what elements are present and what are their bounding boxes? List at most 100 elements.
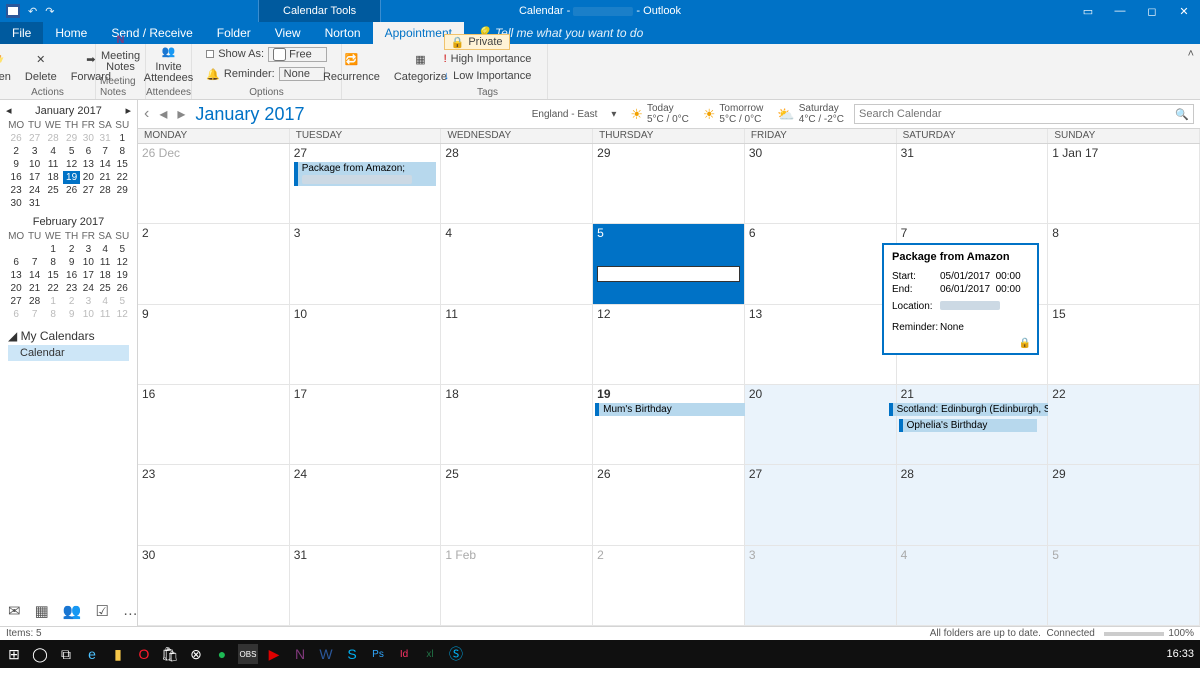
mini-cal-day[interactable]: 17 xyxy=(26,171,43,184)
id-icon[interactable]: Id xyxy=(394,644,414,664)
day-cell[interactable]: 11 xyxy=(441,305,593,385)
day-cell[interactable]: 27Package from Amazon; xyxy=(290,144,442,224)
explorer-icon[interactable]: ▮ xyxy=(108,644,128,664)
day-cell[interactable]: 5 xyxy=(593,224,745,304)
recurrence-button[interactable]: 🔁Recurrence xyxy=(319,48,384,85)
mini-cal-day[interactable]: 10 xyxy=(80,308,97,321)
mini-cal-day[interactable]: 6 xyxy=(6,256,26,269)
mini-cal-day[interactable]: 16 xyxy=(63,269,80,282)
onenote-icon[interactable]: N xyxy=(290,644,310,664)
day-cell[interactable]: 29 xyxy=(593,144,745,224)
mini-cal-day[interactable]: 5 xyxy=(113,295,131,308)
mini-cal-day[interactable]: 4 xyxy=(97,295,114,308)
mini-cal-day[interactable]: 8 xyxy=(43,256,63,269)
next-month-icon[interactable]: ▸ xyxy=(125,104,131,117)
mini-cal-day[interactable] xyxy=(97,197,114,210)
weather-bar[interactable]: England - East ▾ ☀Today5°C / 0°C ☀Tomorr… xyxy=(532,103,844,125)
weather-location[interactable]: England - East xyxy=(532,109,598,120)
mini-cal-day[interactable]: 12 xyxy=(113,256,131,269)
word-icon[interactable]: W xyxy=(316,644,336,664)
mini-cal-day[interactable]: 8 xyxy=(113,145,131,158)
mini-cal-day[interactable]: 9 xyxy=(63,308,80,321)
mini-cal-day[interactable]: 24 xyxy=(26,184,43,197)
mini-cal-day[interactable]: 3 xyxy=(80,295,97,308)
day-cell[interactable]: 2 xyxy=(138,224,290,304)
tab-home[interactable]: Home xyxy=(43,22,99,44)
day-cell[interactable]: 22 xyxy=(1048,385,1200,465)
mini-cal-day[interactable]: 24 xyxy=(80,282,97,295)
prev-period-icon[interactable]: ◂ xyxy=(159,104,167,124)
tab-view[interactable]: View xyxy=(263,22,313,44)
mini-cal-day[interactable]: 9 xyxy=(6,158,26,171)
day-cell[interactable]: 3 xyxy=(290,224,442,304)
day-cell[interactable]: 15 xyxy=(1048,305,1200,385)
mini-cal-day[interactable]: 3 xyxy=(80,243,97,256)
mini-cal-day[interactable] xyxy=(113,197,131,210)
more-icon[interactable]: … xyxy=(123,602,138,620)
mini-cal-day[interactable]: 1 xyxy=(113,132,131,145)
delete-button[interactable]: ✕Delete xyxy=(21,48,61,85)
xbox-icon[interactable]: ⊗ xyxy=(186,644,206,664)
mini-cal-day[interactable]: 21 xyxy=(97,171,114,184)
mini-cal-day[interactable]: 27 xyxy=(6,295,26,308)
people-icon[interactable]: 👥 xyxy=(63,602,82,620)
mini-cal-day[interactable]: 28 xyxy=(97,184,114,197)
tab-file[interactable]: File xyxy=(0,22,43,44)
high-importance-button[interactable]: !High Importance xyxy=(444,51,532,67)
store-icon[interactable]: 🛍 xyxy=(160,644,180,664)
mail-icon[interactable]: ✉ xyxy=(8,602,21,620)
calendar-nav-item[interactable]: Calendar xyxy=(8,345,129,361)
mini-cal-day[interactable]: 11 xyxy=(43,158,63,171)
mini-cal-day[interactable]: 4 xyxy=(97,243,114,256)
invite-attendees-button[interactable]: 👥Invite Attendees xyxy=(140,39,198,86)
day-cell[interactable]: 25 xyxy=(441,465,593,545)
mini-cal-day[interactable]: 28 xyxy=(43,132,63,145)
mini-cal-day[interactable]: 18 xyxy=(43,171,63,184)
start-icon[interactable]: ⊞ xyxy=(4,644,24,664)
day-cell[interactable]: 13 xyxy=(745,305,897,385)
mini-cal-day[interactable]: 7 xyxy=(26,256,43,269)
day-cell[interactable]: 5 xyxy=(1048,546,1200,626)
mini-cal-day[interactable]: 14 xyxy=(26,269,43,282)
close-icon[interactable]: ✕ xyxy=(1168,0,1200,22)
mini-cal-day[interactable]: 7 xyxy=(97,145,114,158)
mini-cal-day[interactable]: 2 xyxy=(63,243,80,256)
mini-cal-day[interactable]: 11 xyxy=(97,308,114,321)
minimize-icon[interactable]: — xyxy=(1104,0,1136,22)
mini-cal-day[interactable]: 22 xyxy=(43,282,63,295)
mini-cal-day[interactable]: 13 xyxy=(80,158,97,171)
taskbar-clock[interactable]: 16:33 xyxy=(1166,648,1194,660)
mini-cal-day[interactable]: 13 xyxy=(6,269,26,282)
mini-cal-day[interactable]: 8 xyxy=(43,308,63,321)
mini-cal-day[interactable]: 30 xyxy=(6,197,26,210)
mini-cal-day[interactable]: 16 xyxy=(6,171,26,184)
day-cell[interactable]: 26 Dec xyxy=(138,144,290,224)
skype-icon[interactable]: Ⓢ xyxy=(446,644,466,664)
taskview-icon[interactable]: ⧉ xyxy=(56,644,76,664)
day-cell[interactable]: 18 xyxy=(441,385,593,465)
day-cell[interactable]: 29 xyxy=(1048,465,1200,545)
search-calendar[interactable]: 🔍 xyxy=(854,104,1194,124)
mini-calendar-feb[interactable]: February 2017 MOTUWETHFRSASU123456789101… xyxy=(0,212,137,323)
next-period-icon[interactable]: ▸ xyxy=(177,104,185,124)
day-cell[interactable]: 21Scotland: Edinburgh (Edinburgh, Scotla… xyxy=(897,385,1049,465)
mini-cal-day[interactable]: 28 xyxy=(26,295,43,308)
day-cell[interactable]: 30 xyxy=(745,144,897,224)
mini-cal-day[interactable]: 15 xyxy=(113,158,131,171)
mini-cal-day[interactable]: 6 xyxy=(80,145,97,158)
collapse-nav-icon[interactable]: ‹ xyxy=(144,105,149,123)
calendar-icon[interactable]: ▦ xyxy=(35,602,49,620)
mini-cal-day[interactable]: 1 xyxy=(43,295,63,308)
mini-cal-day[interactable]: 23 xyxy=(6,184,26,197)
private-button[interactable]: 🔒Private xyxy=(444,34,510,50)
mini-cal-day[interactable] xyxy=(80,197,97,210)
mini-cal-day[interactable]: 7 xyxy=(26,308,43,321)
reminder-dropdown[interactable]: 🔔 Reminder: None xyxy=(206,66,325,82)
mini-cal-day[interactable]: 27 xyxy=(26,132,43,145)
day-cell[interactable]: 3 xyxy=(745,546,897,626)
appointment-item[interactable]: Package from Amazon; xyxy=(294,162,437,186)
skype-task-icon[interactable]: S xyxy=(342,644,362,664)
spotify-icon[interactable]: ● xyxy=(212,644,232,664)
mini-cal-day[interactable]: 20 xyxy=(80,171,97,184)
mini-cal-day[interactable] xyxy=(6,243,26,256)
